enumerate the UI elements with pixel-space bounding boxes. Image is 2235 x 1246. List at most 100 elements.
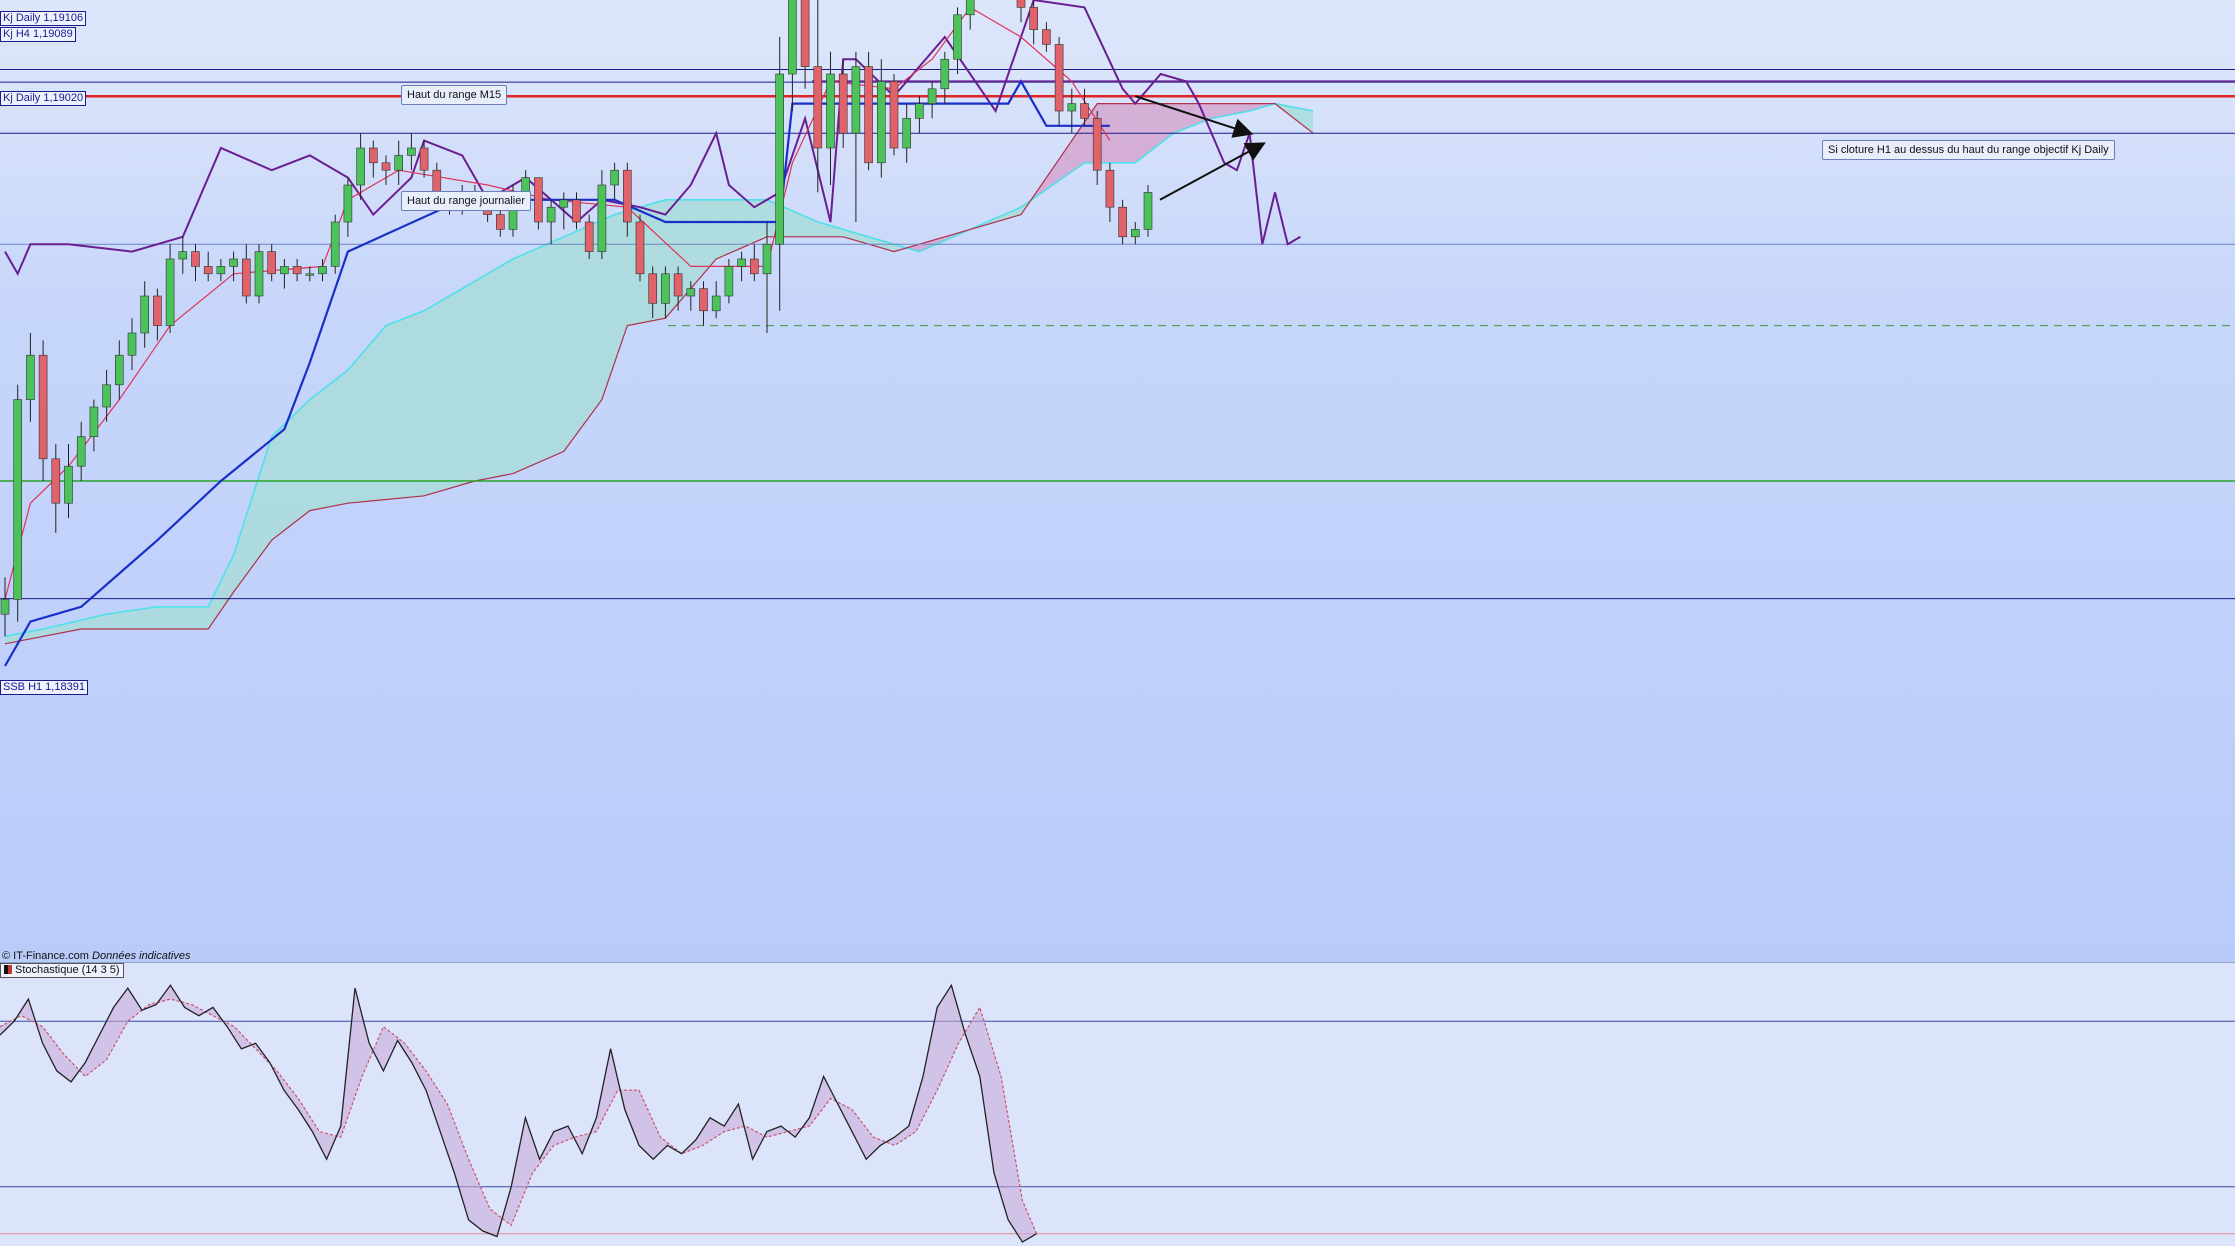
cloud-segment [182, 606, 196, 629]
candle-body [800, 0, 810, 67]
candle-body [216, 266, 226, 275]
cloud-segment [1300, 108, 1314, 134]
candle-body [572, 199, 581, 223]
copyright-notice: © IT-Finance.com Données indicatives [2, 950, 190, 962]
cloud-segment [233, 515, 247, 592]
candle-body [280, 266, 289, 275]
cloud-segment [436, 296, 450, 493]
candle-body [356, 147, 365, 186]
copyright-disclaimer: Données indicatives [92, 950, 191, 962]
candle-body [178, 251, 188, 260]
candle-body [1016, 0, 1026, 8]
candle-body [1042, 29, 1051, 45]
candle-body [13, 399, 22, 600]
candle-body [915, 103, 924, 119]
candle-body [1105, 169, 1115, 208]
candle-body [953, 14, 962, 60]
note-range-m15[interactable]: Haut du range M15 [401, 85, 508, 105]
candle-body [838, 73, 848, 134]
candle-body [635, 221, 645, 275]
cloud-segment [144, 606, 158, 629]
candle-body [737, 258, 746, 267]
stochastic-panel [0, 962, 2235, 1246]
candle-body [648, 273, 658, 304]
indicator-label-text: Stochastique (14 3 5) [15, 964, 120, 976]
cloud-segment [411, 310, 425, 498]
candle-body [673, 273, 683, 297]
candle-body [267, 251, 277, 275]
candle-body [1067, 103, 1077, 112]
candle-body [292, 266, 302, 275]
candle-body [242, 258, 251, 297]
cloud-segment [132, 608, 145, 629]
candle-body [851, 66, 861, 134]
candle-body [26, 354, 35, 400]
candle-body [165, 258, 175, 326]
candle-body [419, 147, 429, 171]
candle-body [102, 384, 111, 408]
candle-body [749, 258, 759, 275]
cloud-segment [741, 199, 755, 248]
candle-body [407, 147, 416, 156]
cloud-segment [703, 199, 717, 274]
candle-body [622, 169, 632, 223]
cloud-segment [551, 236, 564, 457]
candle-body [368, 147, 378, 164]
cloud-segment [728, 199, 742, 254]
cloud-segment [360, 340, 374, 502]
candle-body [305, 273, 315, 276]
candle-body [1054, 44, 1064, 112]
cloud-segment [322, 379, 336, 509]
candle-body [559, 199, 569, 208]
candle-body [775, 73, 785, 245]
candle-body [724, 266, 734, 297]
cloud-segment [525, 247, 539, 469]
candle-body [788, 0, 797, 75]
candle-body [661, 273, 670, 304]
cloud-segment [386, 320, 399, 500]
candle-body [927, 88, 937, 104]
cloud-segment [563, 231, 577, 452]
senkou-span-b [4, 102, 1314, 645]
candle-body [534, 177, 543, 223]
cloud-segment [449, 288, 463, 489]
candle-body [229, 258, 238, 267]
level-tag-kj-daily: Kj Daily 1,19020 [0, 91, 87, 106]
indicator-label: Stochastique (14 3 5) [0, 963, 124, 978]
candle-body [1029, 7, 1038, 30]
cloud-segment [424, 303, 437, 496]
cloud-segment [474, 273, 488, 481]
cloud-segment [1059, 140, 1072, 181]
candle-body [64, 465, 73, 504]
copyright-source: © IT-Finance.com [2, 950, 89, 962]
candle-body [1092, 118, 1102, 171]
candle-body [864, 66, 873, 164]
candle-body [1131, 229, 1140, 238]
candle-body [889, 81, 899, 149]
cloud-segment [297, 399, 310, 521]
cloud-segment [170, 606, 183, 629]
candle-body [813, 66, 823, 149]
note-objective[interactable]: Si cloture H1 au dessus du haut du range… [1822, 140, 2115, 160]
candle-body [597, 184, 607, 252]
level-tag-ssb-h1: SSB H1 1,18391 [0, 680, 88, 695]
candle-body [584, 221, 594, 252]
candle-body [699, 288, 708, 312]
candle-body [191, 251, 200, 267]
candle-body [610, 169, 619, 186]
candle-body [495, 214, 505, 230]
candle-body [1118, 206, 1127, 238]
candle-body [140, 295, 149, 334]
cloud-segment [716, 199, 729, 259]
candle-body [330, 221, 340, 267]
candle-body [711, 295, 721, 312]
projection-arrow-2 [1159, 142, 1266, 201]
cloud-segment [373, 325, 386, 501]
candle-body [153, 295, 162, 326]
level-tag-kj-h4: Kj H4 1,19089 [0, 27, 76, 42]
note-range-daily[interactable]: Haut du range journalier [401, 191, 532, 211]
cloud-segment [119, 610, 132, 629]
senkou-span-a [4, 102, 1314, 638]
candle-body [965, 0, 975, 16]
candle-body [381, 162, 391, 171]
